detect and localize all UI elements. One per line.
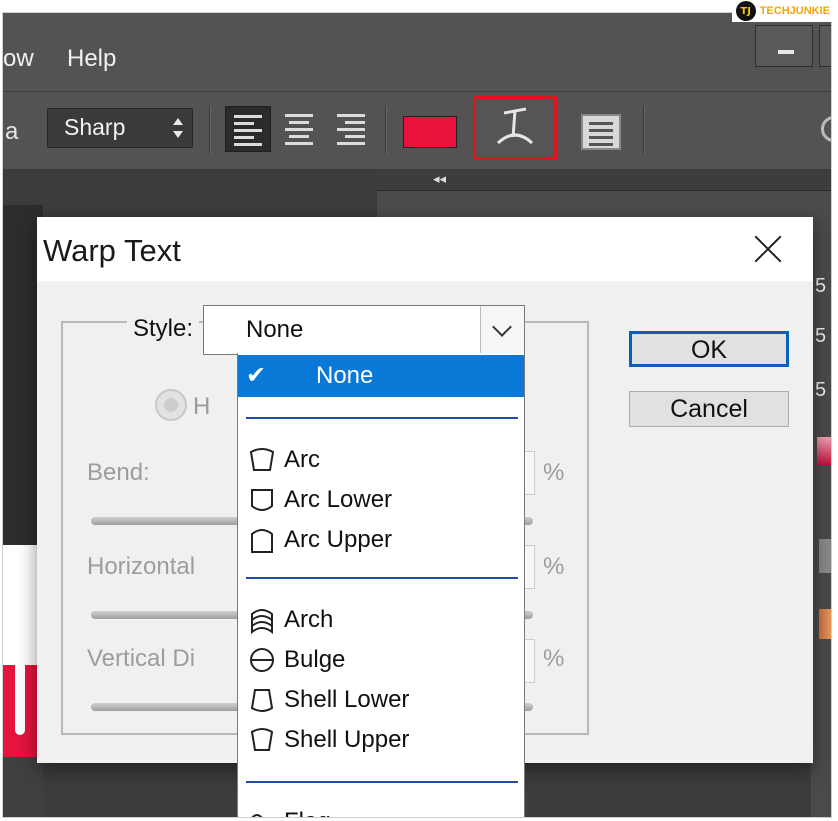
dialog-title: Warp Text xyxy=(43,233,181,268)
menu-bar: ow Help xyxy=(3,13,831,91)
style-option-arc-lower[interactable]: Arc Lower xyxy=(238,479,524,521)
style-option-label: Bulge xyxy=(284,646,346,673)
options-label-fragment: a xyxy=(5,118,19,145)
chevron-down-icon[interactable] xyxy=(480,306,524,354)
canvas-red-text xyxy=(3,665,37,757)
dropdown-separator xyxy=(246,781,518,783)
vertical-distortion-percent: % xyxy=(543,645,565,672)
style-option-flag[interactable]: Flag xyxy=(238,801,524,817)
dropdown-separator xyxy=(246,577,518,579)
text-color-swatch[interactable] xyxy=(403,116,457,148)
style-option-label: Arc Upper xyxy=(284,526,393,553)
style-option-label: Shell Upper xyxy=(284,726,410,753)
style-option-label: Arch xyxy=(284,606,334,633)
anti-alias-select[interactable]: Sharp xyxy=(47,108,193,148)
menu-help[interactable]: Help xyxy=(67,45,116,73)
ok-button[interactable]: OK xyxy=(629,331,789,367)
vertical-distortion-label: Vertical Di xyxy=(87,645,196,672)
bulge-icon xyxy=(250,648,274,672)
toolbar-divider xyxy=(209,106,211,154)
horizontal-radio-label: H xyxy=(193,393,211,420)
panel-value: 5 xyxy=(815,379,827,401)
style-option-none[interactable]: ✔ None xyxy=(238,355,524,397)
arc-icon xyxy=(249,448,275,471)
techjunkie-logo-icon: TJ xyxy=(735,1,756,21)
style-select-value: None xyxy=(246,316,304,343)
warp-text-icon xyxy=(496,107,534,145)
shell-lower-icon xyxy=(250,689,274,712)
menu-window[interactable]: ow xyxy=(3,45,34,73)
horizontal-distortion-label: Horizontal xyxy=(87,553,196,580)
character-paragraph-panel-button[interactable] xyxy=(581,114,621,150)
canvas-area xyxy=(3,757,43,817)
right-panel-strip xyxy=(811,219,831,817)
align-center-button[interactable] xyxy=(277,106,323,152)
techjunkie-brand: TECHJUNKIE xyxy=(759,5,830,17)
minimize-button[interactable] xyxy=(755,25,813,67)
bend-percent: % xyxy=(543,459,565,486)
style-option-bulge[interactable]: Bulge xyxy=(238,639,524,681)
panel-swatch xyxy=(819,609,831,639)
shell-upper-icon xyxy=(250,728,274,751)
style-option-label: Flag xyxy=(284,808,331,817)
anti-alias-value: Sharp xyxy=(64,114,126,140)
options-bar: a Sharp xyxy=(3,91,831,169)
color-gradient-swatch xyxy=(817,437,831,465)
horizontal-distortion-percent: % xyxy=(543,553,565,580)
align-right-button[interactable] xyxy=(329,106,375,152)
collapse-panels-icon[interactable]: ◂◂ xyxy=(433,171,446,187)
style-option-label: Arc Lower xyxy=(284,486,393,513)
style-option-shell-lower[interactable]: Shell Lower xyxy=(238,679,524,721)
panel-value: 5 xyxy=(815,275,827,297)
flag-icon xyxy=(251,814,263,817)
style-label: Style: xyxy=(127,315,200,343)
horizontal-radio[interactable] xyxy=(155,389,187,421)
panel-tabs-row xyxy=(377,191,831,219)
style-option-label: Arc xyxy=(284,446,320,473)
style-option-arc[interactable]: Arc xyxy=(238,439,524,481)
style-option-label: None xyxy=(316,362,374,389)
warp-text-button[interactable] xyxy=(473,96,557,160)
maximize-button[interactable] xyxy=(819,25,831,67)
close-icon[interactable] xyxy=(747,229,791,269)
toolbar-divider xyxy=(643,106,645,154)
bend-label: Bend: xyxy=(87,459,150,486)
panel-swatch xyxy=(819,539,831,573)
dialog-titlebar: Warp Text xyxy=(37,217,813,281)
panel-value: 5 xyxy=(815,325,827,347)
cancel-button[interactable]: Cancel xyxy=(629,391,789,427)
style-option-arch[interactable]: Arch xyxy=(238,599,524,641)
arc-lower-icon xyxy=(251,489,273,511)
techjunkie-watermark: TJ TECHJUNKIE xyxy=(731,0,834,22)
style-option-label: Shell Lower xyxy=(284,686,410,713)
check-icon: ✔ xyxy=(246,362,267,389)
style-dropdown-list: ✔ None Arc Arc Lower Arc Upper Arch Bulg… xyxy=(237,353,525,817)
photoshop-window: ow Help a Sharp ◂◂ 5 5 5 Warp Text Style… xyxy=(2,12,832,818)
style-option-shell-upper[interactable]: Shell Upper xyxy=(238,719,524,761)
align-left-button[interactable] xyxy=(225,106,271,152)
style-option-arc-upper[interactable]: Arc Upper xyxy=(238,519,524,561)
toolbar-divider xyxy=(385,106,387,154)
select-arrows-icon xyxy=(172,117,184,141)
arch-icon xyxy=(251,609,273,634)
commit-icon[interactable] xyxy=(821,116,831,142)
dropdown-separator xyxy=(246,417,518,419)
arc-upper-icon xyxy=(251,529,273,553)
style-select[interactable]: None xyxy=(203,305,525,355)
